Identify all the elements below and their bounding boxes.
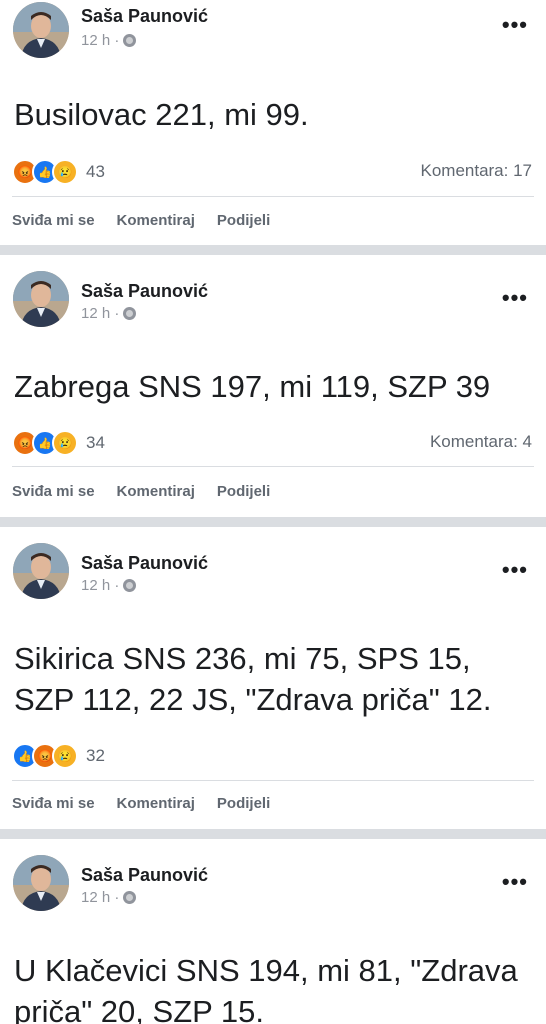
post-separator bbox=[0, 245, 546, 255]
reaction-count: 32 bbox=[86, 746, 105, 765]
more-options-icon[interactable]: ••• bbox=[502, 559, 528, 581]
post-4: Saša Paunović 12 h · ••• U Klačevici SNS… bbox=[0, 839, 546, 1024]
more-options-icon[interactable]: ••• bbox=[502, 14, 528, 36]
globe-icon bbox=[123, 579, 137, 592]
like-button[interactable]: Sviđa mi se bbox=[12, 483, 95, 500]
share-button[interactable]: Podijeli bbox=[217, 795, 270, 812]
comment-count[interactable]: Komentara: 17 bbox=[420, 161, 532, 181]
post-2: Saša Paunović 12 h · ••• Zabrega SNS 197… bbox=[0, 255, 546, 515]
share-button[interactable]: Podijeli bbox=[217, 212, 270, 229]
comment-button[interactable]: Komentiraj bbox=[117, 212, 195, 229]
post-text: U Klačevici SNS 194, mi 81, "Zdrava prič… bbox=[14, 953, 518, 1024]
timestamp[interactable]: 12 h · bbox=[81, 32, 119, 49]
reactions-summary[interactable]: 😡 👍 😢 34 bbox=[12, 430, 105, 456]
post-text: Busilovac 221, mi 99. bbox=[14, 97, 309, 132]
comment-count[interactable]: Komentara: 4 bbox=[430, 432, 532, 452]
author-name[interactable]: Saša Paunović bbox=[81, 865, 208, 886]
globe-icon bbox=[123, 34, 137, 47]
divider bbox=[12, 466, 534, 467]
divider bbox=[12, 780, 534, 781]
reactions-summary[interactable]: 👍 😡 😢 32 bbox=[12, 743, 105, 769]
post-separator bbox=[0, 517, 546, 527]
avatar[interactable] bbox=[13, 543, 69, 599]
reactions-summary[interactable]: 😡 👍 😢 43 bbox=[12, 159, 105, 185]
post-actions: Sviđa mi se Komentiraj Podijeli bbox=[12, 212, 270, 229]
timestamp[interactable]: 12 h · bbox=[81, 889, 119, 906]
post-time: 12 h · bbox=[81, 577, 137, 594]
post-1: Saša Paunović 12 h · ••• Busilovac 221, … bbox=[0, 0, 546, 245]
more-options-icon[interactable]: ••• bbox=[502, 871, 528, 893]
author-name[interactable]: Saša Paunović bbox=[81, 553, 208, 574]
author-name[interactable]: Saša Paunović bbox=[81, 281, 208, 302]
post-3: Saša Paunović 12 h · ••• Sikirica SNS 23… bbox=[0, 527, 546, 827]
post-actions: Sviđa mi se Komentiraj Podijeli bbox=[12, 795, 270, 812]
share-button[interactable]: Podijeli bbox=[217, 483, 270, 500]
globe-icon bbox=[123, 891, 137, 904]
timestamp[interactable]: 12 h · bbox=[81, 577, 119, 594]
post-text: Zabrega SNS 197, mi 119, SZP 39 bbox=[14, 369, 491, 404]
avatar[interactable] bbox=[13, 855, 69, 911]
more-options-icon[interactable]: ••• bbox=[502, 287, 528, 309]
post-time: 12 h · bbox=[81, 305, 137, 322]
sad-reaction-icon: 😢 bbox=[52, 159, 78, 185]
timestamp[interactable]: 12 h · bbox=[81, 305, 119, 322]
comment-button[interactable]: Komentiraj bbox=[117, 483, 195, 500]
post-time: 12 h · bbox=[81, 889, 137, 906]
post-actions: Sviđa mi se Komentiraj Podijeli bbox=[12, 483, 270, 500]
post-separator bbox=[0, 829, 546, 839]
divider bbox=[12, 196, 534, 197]
avatar[interactable] bbox=[13, 271, 69, 327]
avatar[interactable] bbox=[13, 2, 69, 58]
sad-reaction-icon: 😢 bbox=[52, 743, 78, 769]
sad-reaction-icon: 😢 bbox=[52, 430, 78, 456]
like-button[interactable]: Sviđa mi se bbox=[12, 212, 95, 229]
reaction-count: 34 bbox=[86, 433, 105, 452]
post-text: Sikirica SNS 236, mi 75, SPS 15, SZP 112… bbox=[14, 641, 492, 717]
globe-icon bbox=[123, 307, 137, 320]
reaction-count: 43 bbox=[86, 162, 105, 181]
author-name[interactable]: Saša Paunović bbox=[81, 6, 208, 27]
post-time: 12 h · bbox=[81, 32, 137, 49]
like-button[interactable]: Sviđa mi se bbox=[12, 795, 95, 812]
comment-button[interactable]: Komentiraj bbox=[117, 795, 195, 812]
